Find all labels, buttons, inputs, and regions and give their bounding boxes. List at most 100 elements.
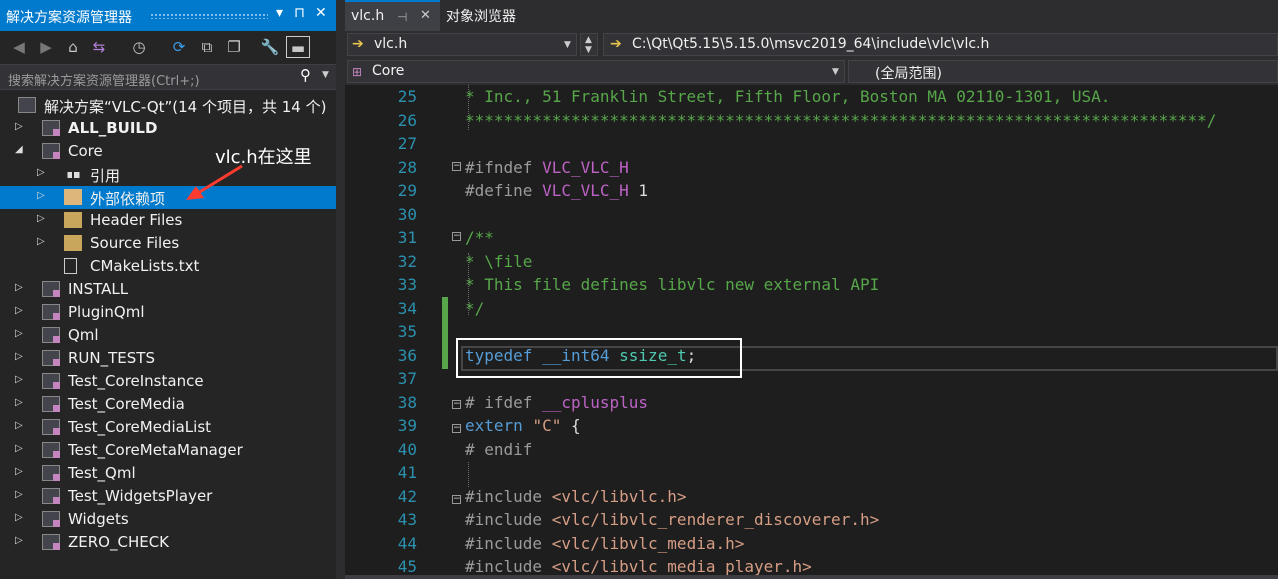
code-token: extern xyxy=(465,416,523,435)
search-input[interactable]: 搜索解决方案资源管理器(Ctrl+;) xyxy=(8,70,200,89)
tree-item-label: 引用 xyxy=(90,167,121,185)
tab-object-browser[interactable]: 对象浏览器 xyxy=(440,0,530,31)
back-icon[interactable]: ◀ xyxy=(8,36,30,58)
tree-item[interactable]: ▷ ALL_BUILD xyxy=(0,117,336,140)
project-scope-dropdown[interactable]: ⊞ Core ▼ xyxy=(347,60,845,83)
solution-explorer-search[interactable]: 搜索解决方案资源管理器(Ctrl+;) ⚲ ▼ xyxy=(0,64,336,90)
folder-icon xyxy=(64,189,82,205)
chevron-down-icon: ▼ xyxy=(832,67,839,77)
code-token: ; xyxy=(686,345,697,365)
file-path-box[interactable]: ➔ C:\Qt\Qt5.15\5.15.0\msvc2019_64\includ… xyxy=(603,33,1278,56)
tree-item[interactable]: ▷ RUN_TESTS xyxy=(0,347,336,370)
file-list-spinner[interactable]: ▲ ▼ xyxy=(580,33,598,56)
fold-minus-icon[interactable]: − xyxy=(452,400,461,409)
code-token: * This file defines libvlc new external … xyxy=(465,275,880,294)
pin-tab-icon[interactable]: ⊣ xyxy=(397,10,407,24)
project-icon xyxy=(42,534,60,550)
window-position-dropdown-icon[interactable]: ▾ xyxy=(276,5,283,21)
fold-minus-icon[interactable]: − xyxy=(452,424,461,433)
close-tab-icon[interactable]: ✕ xyxy=(420,8,431,23)
code-token: __int64 xyxy=(542,345,610,365)
code-line: #include <vlc/libvlc_media_player.h> xyxy=(465,557,812,576)
expand-arrow-icon[interactable]: ▷ xyxy=(15,420,25,431)
fold-minus-icon[interactable]: − xyxy=(452,232,461,241)
tab-vlc-h[interactable]: vlc.h ⊣ ✕ xyxy=(345,0,440,31)
fold-minus-icon[interactable]: − xyxy=(452,495,461,504)
fold-minus-icon[interactable]: − xyxy=(452,162,461,171)
switch-views-icon[interactable]: ⇆ xyxy=(88,36,110,58)
expand-arrow-icon[interactable]: ▷ xyxy=(15,328,25,339)
expand-arrow-icon[interactable]: ▷ xyxy=(15,351,25,362)
expand-arrow-icon[interactable]: ▷ xyxy=(37,213,47,224)
code-line: #include <vlc/libvlc_renderer_discoverer… xyxy=(465,510,879,529)
code-line: #include <vlc/libvlc_media.h> xyxy=(465,534,744,553)
close-panel-icon[interactable]: ✕ xyxy=(315,5,327,21)
properties-wrench-icon[interactable]: 🔧 xyxy=(259,36,281,58)
collapse-arrow-icon[interactable]: ◢ xyxy=(15,144,25,155)
forward-icon[interactable]: ▶ xyxy=(35,36,57,58)
search-icon[interactable]: ⚲ xyxy=(300,66,311,84)
code-line: /** xyxy=(465,228,494,247)
code-line: # ifdef __cplusplus xyxy=(465,393,648,412)
expand-arrow-icon[interactable]: ▷ xyxy=(37,167,47,178)
code-token: "C" xyxy=(532,416,562,435)
show-all-files-icon[interactable]: ❐ xyxy=(223,36,245,58)
tree-item[interactable]: ▷ Qml xyxy=(0,324,336,347)
expand-arrow-icon[interactable]: ▷ xyxy=(15,374,25,385)
tree-item[interactable]: ▷ Test_Qml xyxy=(0,462,336,485)
line-number: 27 xyxy=(397,134,417,153)
code-view[interactable]: − − − − − 25 * Inc., 51 Franklin Street, … xyxy=(345,85,1278,579)
auto-hide-pin-icon[interactable]: ⊓ xyxy=(294,5,305,21)
tree-item[interactable]: ▷ ZERO_CHECK xyxy=(0,531,336,554)
tree-item[interactable]: ▷ Test_CoreMedia xyxy=(0,393,336,416)
code-token: __cplusplus xyxy=(542,392,649,412)
panel-splitter[interactable] xyxy=(336,0,345,579)
code-line: #include <vlc/libvlc.h> xyxy=(465,487,687,506)
annotation-arrow-icon xyxy=(186,164,243,200)
tree-item[interactable]: 解决方案“VLC-Qt”(14 个项目，共 14 个) xyxy=(0,94,336,117)
code-token: ssize_t xyxy=(619,345,687,365)
tree-item[interactable]: ▷ Test_WidgetsPlayer xyxy=(0,485,336,508)
tree-item-label: Source Files xyxy=(90,234,180,252)
pending-changes-filter-icon[interactable]: ◷ xyxy=(128,36,150,58)
expand-arrow-icon[interactable]: ▷ xyxy=(15,489,25,500)
project-icon xyxy=(42,442,60,458)
expand-arrow-icon[interactable]: ▷ xyxy=(37,236,47,247)
tree-item[interactable]: ▷ Header Files xyxy=(0,209,336,232)
global-scope-dropdown[interactable]: (全局范围) xyxy=(848,60,1278,83)
expand-arrow-icon[interactable]: ▷ xyxy=(15,397,25,408)
tree-item[interactable]: ▷ Widgets xyxy=(0,508,336,531)
sync-icon[interactable]: ⟳ xyxy=(168,36,190,58)
search-options-chevron-down-icon[interactable]: ▼ xyxy=(322,70,329,80)
tree-item[interactable]: ▷ Test_CoreMetaManager xyxy=(0,439,336,462)
arrow-right-icon: ➔ xyxy=(352,36,364,52)
preview-selected-icon[interactable]: ▬ xyxy=(286,36,310,58)
expand-arrow-icon[interactable]: ▷ xyxy=(15,443,25,454)
line-number: 33 xyxy=(397,275,417,294)
expand-arrow-icon[interactable]: ▷ xyxy=(15,512,25,523)
expand-arrow-icon[interactable]: ▷ xyxy=(15,305,25,316)
horizontal-scrollbar[interactable] xyxy=(345,575,1278,579)
tree-item[interactable]: ▷ Test_CoreMediaList xyxy=(0,416,336,439)
home-icon[interactable]: ⌂ xyxy=(62,36,84,58)
title-grip[interactable] xyxy=(150,13,268,19)
expand-arrow-icon[interactable]: ▷ xyxy=(15,466,25,477)
tree-item[interactable]: ▷ PluginQml xyxy=(0,301,336,324)
arrow-right-icon: ➔ xyxy=(610,36,622,52)
expand-arrow-icon[interactable]: ▷ xyxy=(37,190,47,201)
chevron-up-icon[interactable]: ▲ xyxy=(585,35,592,45)
tree-item[interactable]: ▷ INSTALL xyxy=(0,278,336,301)
expand-arrow-icon[interactable]: ▷ xyxy=(15,121,25,132)
tree-item-label: 外部依赖项 xyxy=(90,190,166,208)
tree-item[interactable]: ▷ 外部依赖项 xyxy=(0,186,336,209)
tree-item[interactable]: CMakeLists.txt xyxy=(0,255,336,278)
project-icon xyxy=(42,419,60,435)
collapse-all-icon[interactable]: ⧉ xyxy=(196,36,218,58)
file-dropdown[interactable]: ➔ vlc.h ▼ xyxy=(347,33,577,56)
line-number: 38 xyxy=(397,392,417,412)
tree-item[interactable]: ▷ Test_CoreInstance xyxy=(0,370,336,393)
expand-arrow-icon[interactable]: ▷ xyxy=(15,535,25,546)
tree-item[interactable]: ▷ Source Files xyxy=(0,232,336,255)
expand-arrow-icon[interactable]: ▷ xyxy=(15,282,25,293)
chevron-down-icon[interactable]: ▼ xyxy=(585,45,592,55)
